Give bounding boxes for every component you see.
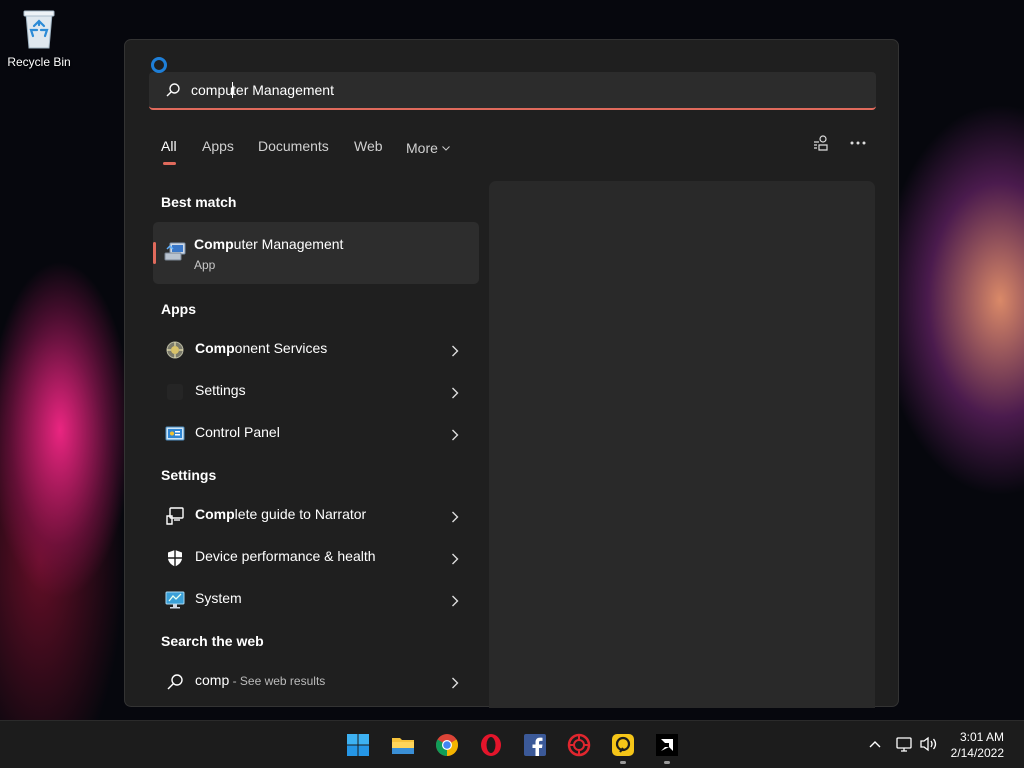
network-icon[interactable] (895, 735, 913, 757)
chevron-right-icon (451, 592, 459, 611)
best-match-title: Computer Management (194, 236, 344, 252)
taskbar: 3:01 AM 2/14/2022 (0, 720, 1024, 768)
result-device-performance[interactable]: Device performance & health (153, 538, 479, 576)
narrator-icon (165, 506, 185, 526)
system-clock[interactable]: 3:01 AM 2/14/2022 (951, 729, 1004, 761)
tab-apps[interactable]: Apps (202, 138, 234, 154)
volume-icon[interactable] (919, 735, 939, 757)
app-yellow-icon[interactable] (611, 733, 635, 764)
computer-management-icon (163, 240, 187, 268)
best-match-item[interactable]: Computer Management App (153, 222, 479, 284)
amd-icon[interactable] (655, 733, 679, 764)
clock-date: 2/14/2022 (950, 746, 1004, 760)
result-control-panel[interactable]: Control Panel (153, 414, 479, 452)
panel-actions (812, 134, 866, 156)
opera-icon[interactable] (479, 733, 503, 757)
facebook-icon[interactable] (523, 733, 547, 757)
result-settings[interactable]: Settings (153, 372, 479, 410)
recycle-bin-label: Recycle Bin (7, 55, 71, 69)
chevron-right-icon (451, 550, 459, 569)
account-switch-icon[interactable] (812, 134, 830, 156)
settings-icon (165, 382, 185, 402)
recycle-bin-shortcut[interactable]: Recycle Bin (6, 8, 72, 69)
tab-documents[interactable]: Documents (258, 138, 329, 154)
shield-icon (165, 548, 185, 568)
running-indicator (620, 761, 626, 764)
search-icon (165, 82, 181, 102)
component-services-icon (165, 340, 185, 360)
running-indicator (664, 761, 670, 764)
result-system[interactable]: System (153, 580, 479, 618)
antivirus-icon[interactable] (567, 733, 591, 757)
chevron-right-icon (451, 426, 459, 445)
control-panel-icon (165, 424, 185, 444)
chevron-right-icon (451, 508, 459, 527)
busy-cursor-icon (151, 57, 167, 73)
apps-heading: Apps (161, 301, 196, 317)
search-icon (165, 672, 185, 692)
chevron-right-icon (451, 342, 459, 361)
selection-indicator (153, 242, 156, 264)
chevron-right-icon (451, 384, 459, 403)
active-tab-indicator (163, 162, 176, 165)
search-query-text[interactable]: computer Management (191, 82, 334, 98)
clock-time: 3:01 AM (959, 730, 1004, 744)
search-panel: computer Management All Apps Documents W… (124, 39, 899, 708)
system-monitor-icon (165, 590, 185, 610)
result-component-services[interactable]: Component Services (153, 330, 479, 368)
windows-start-icon[interactable] (346, 733, 370, 757)
settings-heading: Settings (161, 467, 217, 483)
chevron-down-icon (442, 138, 450, 154)
more-options-icon[interactable] (850, 134, 866, 156)
show-hidden-icons-chevron-icon[interactable] (868, 735, 882, 757)
chevron-right-icon (451, 674, 459, 693)
chrome-icon[interactable] (435, 733, 459, 757)
best-match-heading: Best match (161, 194, 237, 210)
result-narrator-guide[interactable]: Complete guide to Narrator (153, 496, 479, 534)
result-web-search[interactable]: comp - See web results (153, 662, 479, 700)
best-match-subtitle: App (194, 258, 216, 272)
search-input[interactable]: computer Management (149, 72, 876, 110)
search-web-heading: Search the web (161, 633, 264, 649)
preview-pane (489, 181, 875, 708)
tab-all[interactable]: All (161, 138, 177, 165)
recycle-bin-icon (22, 8, 56, 50)
file-explorer-icon[interactable] (391, 733, 415, 757)
tab-more[interactable]: More (406, 138, 450, 156)
tab-web[interactable]: Web (354, 138, 383, 154)
